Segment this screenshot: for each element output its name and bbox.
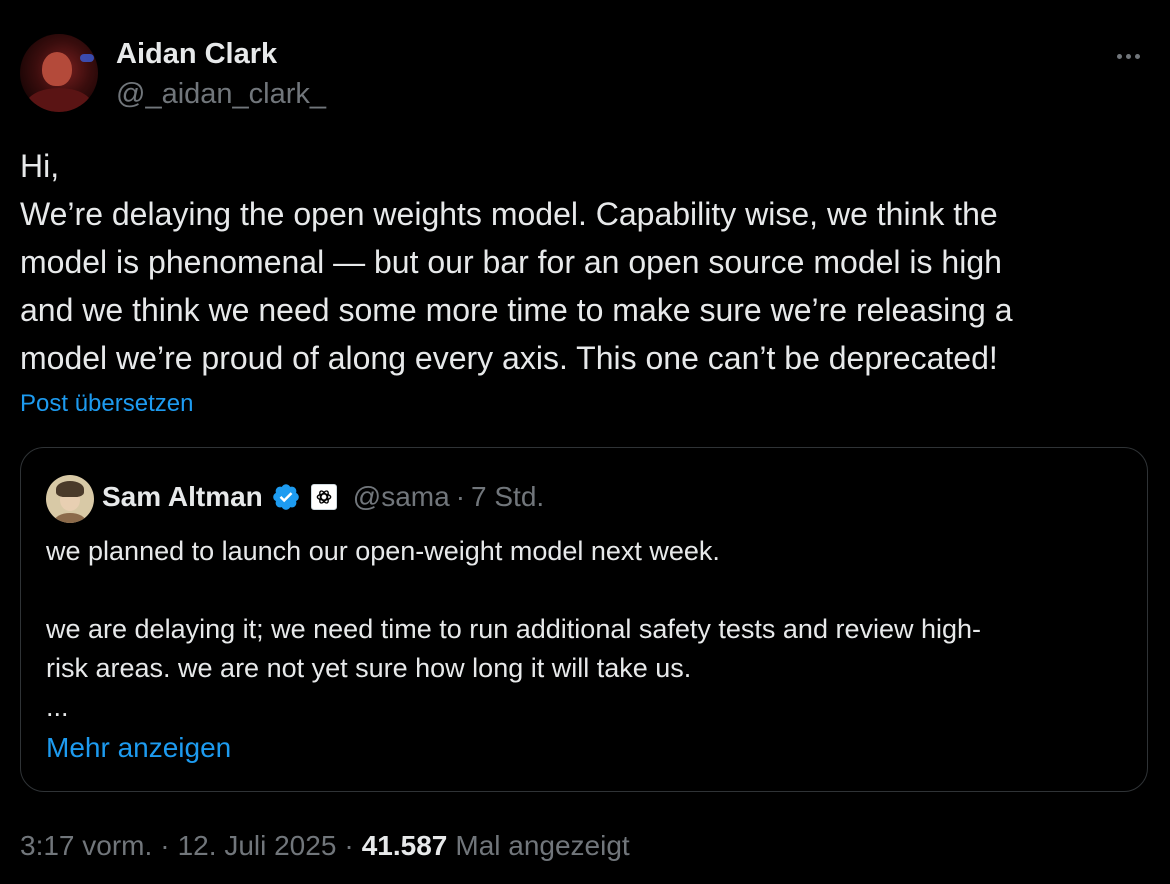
quoted-text-line: we are delaying it; we need time to run … (46, 614, 982, 644)
post-date[interactable]: 12. Juli 2025 (178, 830, 337, 862)
quoted-post-text: we planned to launch our open-weight mod… (46, 532, 1126, 727)
post: Aidan Clark @_aidan_clark_ Hi, We’re del… (0, 0, 1170, 884)
post-text-line: model we’re proud of along every axis. T… (20, 340, 998, 376)
separator-dot: · (455, 481, 466, 512)
quoted-text-line: ... (46, 692, 69, 722)
more-options-button[interactable] (1108, 36, 1148, 76)
quoted-text-line: we planned to launch our open-weight mod… (46, 536, 720, 566)
separator-dot: · (344, 830, 354, 861)
quoted-author-handle[interactable]: @sama (353, 481, 450, 513)
quoted-author-avatar[interactable] (46, 475, 94, 523)
post-time[interactable]: 3:17 vorm. (20, 830, 152, 862)
views-label: Mal angezeigt (455, 830, 630, 861)
post-text: Hi, We’re delaying the open weights mode… (20, 142, 1130, 382)
author-name[interactable]: Aidan Clark (116, 38, 277, 71)
openai-logo-icon[interactable] (310, 484, 337, 510)
quoted-post-header: Sam Altman @sama · 7 Std. (102, 479, 544, 515)
verified-badge-icon[interactable] (271, 482, 301, 512)
separator-dot: · (160, 830, 170, 861)
post-text-line: Hi, (20, 148, 60, 184)
quoted-text-line (46, 571, 1126, 610)
author-avatar[interactable] (20, 34, 98, 112)
show-more-link[interactable]: Mehr anzeigen (46, 732, 231, 764)
quoted-author-name[interactable]: Sam Altman (102, 481, 263, 513)
quoted-text-line: risk areas. we are not yet sure how long… (46, 653, 692, 683)
views-count: 41.587 (361, 830, 448, 861)
post-text-line: and we think we need some more time to m… (20, 292, 1013, 328)
more-horizontal-icon (1116, 53, 1140, 59)
post-text-line: We’re delaying the open weights model. C… (20, 196, 998, 232)
post-meta: 3:17 vorm. · 12. Juli 2025 · 41.587 Mal … (20, 830, 630, 862)
author-handle[interactable]: @_aidan_clark_ (116, 78, 326, 111)
post-text-line: model is phenomenal — but our bar for an… (20, 244, 1002, 280)
quoted-post-card[interactable]: Sam Altman @sama · 7 Std. we planned to … (20, 447, 1148, 792)
quoted-post-time[interactable]: 7 Std. (471, 481, 544, 513)
translate-post-link[interactable]: Post übersetzen (20, 390, 193, 418)
